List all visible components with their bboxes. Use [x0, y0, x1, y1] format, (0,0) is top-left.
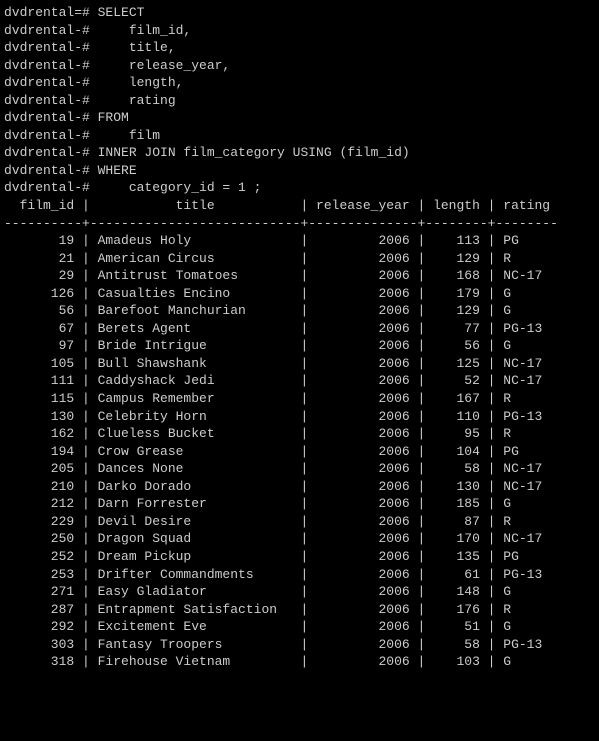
terminal-output: dvdrental=# SELECT dvdrental-# film_id, … — [4, 4, 595, 671]
